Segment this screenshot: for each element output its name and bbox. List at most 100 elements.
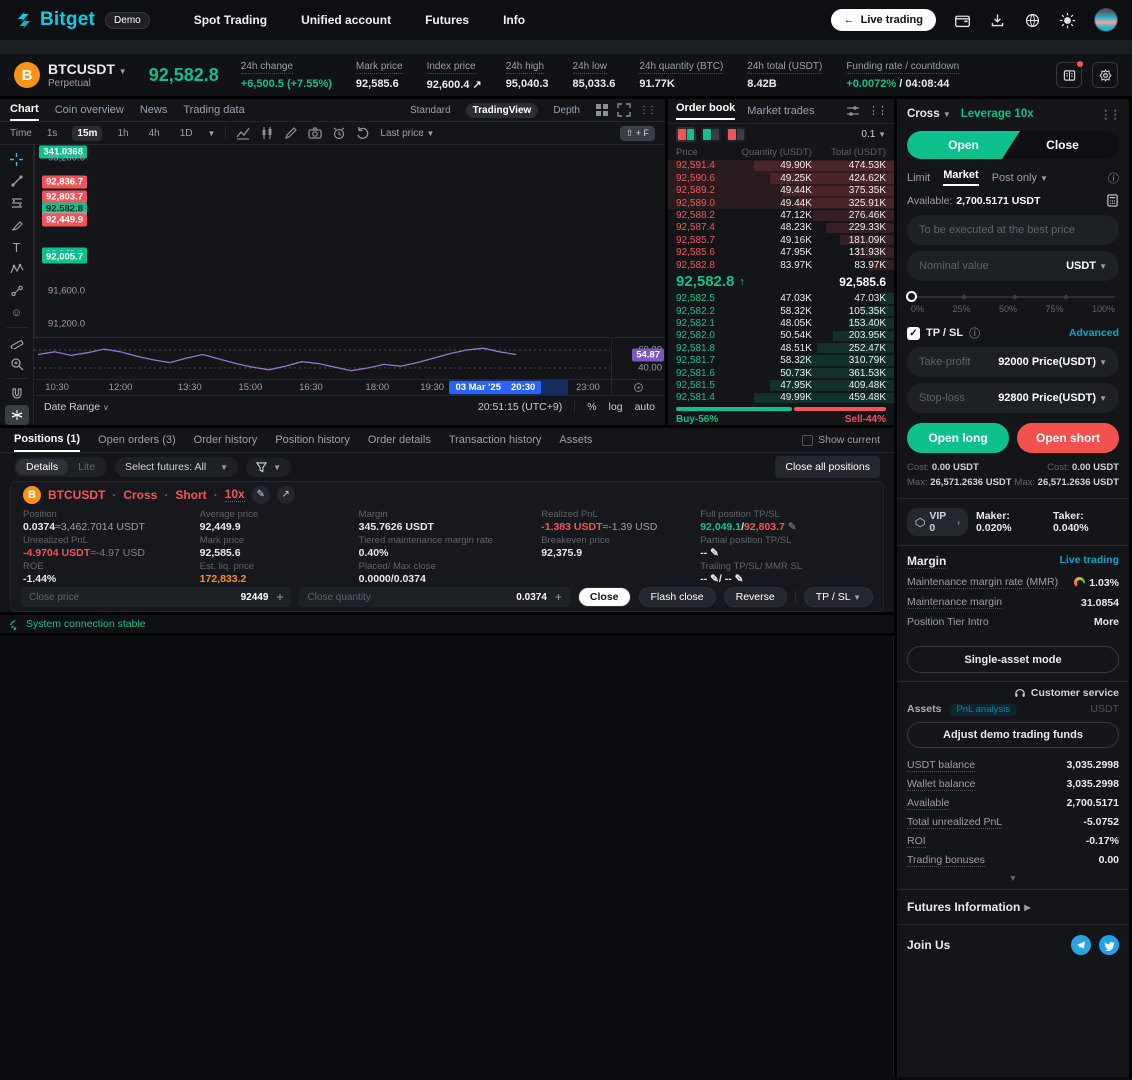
single-asset-mode-button[interactable]: Single-asset mode (907, 646, 1119, 674)
order-type-market[interactable]: Market (943, 169, 979, 186)
bitget-logo[interactable]: Bitget (14, 9, 95, 31)
rsi-pane[interactable] (34, 337, 611, 379)
bid-row[interactable]: 92,582.0 50.54K 203.95K (668, 330, 894, 342)
view-asks-icon[interactable] (726, 127, 746, 143)
alert-clock-icon[interactable] (332, 126, 346, 140)
tab-open[interactable]: Open (907, 131, 1020, 159)
margin-mode-selector[interactable]: Cross ▼ (907, 108, 951, 120)
close-quantity-field[interactable]: Close quantity 0.0374 + (299, 587, 570, 607)
ask-row[interactable]: 92,582.8 83.97K 83.97K (668, 259, 894, 271)
view-tradingview[interactable]: TradingView (465, 102, 539, 118)
open-short-button[interactable]: Open short (1017, 423, 1119, 453)
ask-row[interactable]: 92,590.6 49.25K 424.62K (668, 172, 894, 185)
prediction-tool-icon[interactable] (5, 281, 29, 301)
slider-mark[interactable]: 50% (999, 304, 1017, 314)
more-link[interactable]: More (1094, 616, 1119, 628)
tab-market-trades[interactable]: Market trades (747, 105, 814, 117)
slider-knob[interactable] (906, 291, 917, 302)
position-leverage[interactable]: 10x (224, 487, 245, 502)
symbol-selector[interactable]: BTCUSDT ▼ Perpetual (48, 61, 127, 89)
price-source-selector[interactable]: Last price ▼ (380, 128, 434, 139)
unit-selector[interactable]: USDT ▼ (1066, 260, 1107, 272)
leverage-selector[interactable]: Leverage 10x (961, 108, 1034, 120)
close-all-positions-button[interactable]: Close all positions (775, 456, 880, 478)
bid-row[interactable]: 92,581.5 47.95K 409.48K (668, 379, 894, 391)
date-range-selector[interactable]: Date Range ∨ (44, 401, 109, 413)
futures-information[interactable]: Futures Information ▶ (897, 889, 1129, 924)
tab-position-history[interactable]: Position history (275, 434, 350, 446)
share-position-icon[interactable]: ↗ (276, 485, 295, 504)
take-profit-field[interactable]: Take-profit 92000 Price(USDT) ▼ (907, 347, 1119, 377)
layout-grid-icon[interactable] (595, 103, 609, 117)
orderbook-settings-icon[interactable] (846, 104, 860, 118)
adjust-demo-funds-button[interactable]: Adjust demo trading funds (907, 722, 1119, 749)
drag-handle-icon[interactable]: ⋮⋮ (639, 105, 657, 116)
tab-chart[interactable]: Chart (10, 99, 39, 121)
emoji-tool-icon[interactable]: ☺ (5, 303, 29, 323)
fib-tool-icon[interactable] (5, 193, 29, 213)
open-long-button[interactable]: Open long (907, 423, 1009, 453)
language-globe-icon[interactable] (1024, 12, 1041, 29)
live-trading-button[interactable]: ← Live trading (830, 9, 936, 31)
bid-row[interactable]: 92,581.8 48.51K 252.47K (668, 342, 894, 354)
tab-positions[interactable]: Positions (1) (14, 428, 81, 452)
tab-news[interactable]: News (140, 100, 168, 120)
calculator-icon[interactable] (1106, 194, 1119, 207)
pnl-analysis-link[interactable]: PnL analysis (949, 704, 1017, 716)
flag-f-badge[interactable]: ⇧ + F (619, 125, 655, 141)
bid-row[interactable]: 92,582.2 58.32K 105.35K (668, 305, 894, 317)
vip-badge[interactable]: VIP 0 › (907, 508, 968, 537)
tpsl-checkbox[interactable]: ✓ (907, 326, 920, 340)
ruler-tool-icon[interactable] (5, 332, 29, 352)
tab-transaction-history[interactable]: Transaction history (449, 434, 542, 446)
tab-order-details[interactable]: Order details (368, 434, 431, 446)
close-price-field[interactable]: Close price 92449 + (21, 587, 292, 607)
mid-price-row[interactable]: 92,582.8 ↑ 92,585.6 (668, 271, 894, 292)
customer-service[interactable]: Customer service (897, 681, 1129, 704)
filter-dropdown[interactable]: ▼ (246, 457, 292, 477)
advanced-link[interactable]: Advanced (1069, 327, 1119, 339)
ask-row[interactable]: 92,585.7 49.16K 181.09K (668, 234, 894, 246)
axis-settings-icon[interactable] (633, 382, 644, 393)
ask-row[interactable]: 92,588.2 47.12K 276.46K (668, 209, 894, 221)
order-type-post-only[interactable]: Post only ▼ (992, 172, 1048, 184)
edit-tpsl-icon[interactable]: ✎ (788, 521, 797, 533)
price-axis[interactable]: 341.0368 93,200.0 92,836.7 92,803.7 92,582.… (34, 145, 88, 337)
bid-row[interactable]: 92,582.5 47.03K 47.03K (668, 292, 894, 304)
show-current-checkbox[interactable]: Show current (802, 434, 880, 446)
bid-row[interactable]: 92,581.4 49.99K 459.48K (668, 392, 894, 404)
scale-auto[interactable]: auto (635, 401, 655, 413)
slider-mark[interactable]: 100% (1092, 304, 1115, 314)
hide-drawings-tool-icon[interactable] (4, 405, 29, 425)
download-app-icon[interactable] (989, 12, 1006, 29)
telegram-icon[interactable] (1071, 935, 1091, 956)
text-tool-icon[interactable]: T (5, 237, 29, 257)
twitter-icon[interactable] (1099, 935, 1119, 956)
ask-row[interactable]: 92,589.0 49.44K 325.91K (668, 196, 894, 210)
amount-slider[interactable]: 0% 25% 50% 75% 100% (906, 291, 1115, 317)
rsi-axis[interactable]: 60.0054.8740.00 (611, 337, 665, 379)
wallet-icon[interactable] (954, 12, 971, 29)
draw-pencil-icon[interactable] (284, 126, 298, 140)
scale-log[interactable]: log (609, 401, 623, 413)
user-avatar[interactable] (1094, 8, 1118, 32)
drag-handle-icon[interactable]: ⋮⋮ (1100, 107, 1121, 121)
settings-gear-icon[interactable] (1092, 62, 1118, 88)
details-lite-toggle[interactable]: Details Lite (14, 457, 108, 477)
indicators-icon[interactable] (236, 126, 250, 140)
collapse-caret-icon[interactable]: ▼ (897, 870, 1129, 889)
edit-leverage-icon[interactable]: ✎ (251, 485, 270, 504)
timeframe-15m[interactable]: 15m (72, 125, 103, 141)
pattern-tool-icon[interactable] (5, 259, 29, 279)
slider-mark[interactable]: 25% (952, 304, 970, 314)
live-trading-link[interactable]: Live trading (1059, 554, 1119, 569)
nominal-value-input[interactable] (919, 260, 1067, 272)
precision-selector[interactable]: 0.1 ▼ (861, 129, 886, 140)
bid-row[interactable]: 92,581.6 50.73K 361.53K (668, 367, 894, 379)
tab-order-book[interactable]: Order book (676, 102, 736, 121)
stop-loss-field[interactable]: Stop-loss 92800 Price(USDT) ▼ (907, 383, 1119, 413)
nav-info[interactable]: Info (503, 13, 525, 27)
crosshair-tool-icon[interactable] (5, 149, 29, 169)
view-bids-icon[interactable] (701, 127, 721, 143)
bid-row[interactable]: 92,582.1 48.05K 153.40K (668, 317, 894, 329)
